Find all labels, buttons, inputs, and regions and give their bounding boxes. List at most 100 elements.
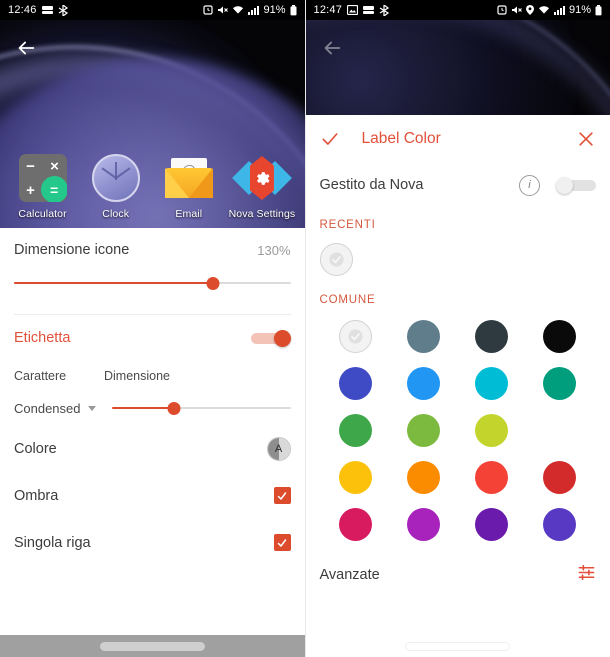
color-swatch-red[interactable]	[475, 461, 509, 494]
color-swatch-dark-slate[interactable]	[475, 320, 509, 353]
color-swatch-teal[interactable]	[543, 367, 577, 400]
calculator-icon: − × + =	[18, 154, 67, 202]
colore-label: Colore	[14, 440, 57, 457]
calc-times: ×	[50, 157, 59, 175]
app-label: Nova Settings	[228, 208, 296, 220]
left-back-button[interactable]	[8, 30, 44, 66]
left-screen: 12:46 91% − × + = Calculator Clock Email…	[0, 0, 306, 657]
nova-settings-icon	[231, 154, 292, 202]
slider-thumb[interactable]	[167, 401, 181, 415]
close-icon[interactable]	[576, 129, 596, 149]
color-swatch-light-green[interactable]	[407, 414, 441, 447]
dual-screenshot: 12:46 91% − × + = Calculator Clock Email…	[0, 0, 610, 657]
app-clock[interactable]: Clock	[83, 154, 149, 220]
wifi-icon	[538, 5, 550, 15]
ombra-label: Ombra	[14, 487, 59, 504]
app-calculator[interactable]: − × + = Calculator	[10, 154, 76, 220]
color-swatch-blue[interactable]	[407, 367, 441, 400]
color-swatch-default[interactable]	[339, 320, 373, 353]
swatch-letter: A	[274, 442, 283, 455]
recenti-header: RECENTI	[319, 219, 376, 231]
font-size-slider[interactable]	[112, 398, 291, 418]
color-swatch-yellow[interactable]	[543, 414, 576, 447]
battery-percent: 91%	[568, 4, 591, 16]
carattere-dropdown[interactable]: Condensed	[14, 401, 104, 416]
status-clock: 12:46	[8, 4, 37, 16]
left-wallpaper: − × + = Calculator Clock Email Nova Sett…	[0, 20, 305, 248]
color-swatch-amber[interactable]	[339, 461, 373, 494]
gestito-toggle[interactable]	[556, 177, 596, 194]
right-nav-bar	[305, 635, 610, 657]
left-nav-bar	[0, 635, 305, 657]
calc-plus: +	[26, 181, 35, 199]
row-ombra[interactable]: Ombra	[0, 472, 305, 519]
slider-fill	[14, 282, 214, 284]
chevron-down-icon	[87, 405, 96, 411]
wifi-icon	[232, 5, 244, 15]
color-swatch-cyan[interactable]	[475, 367, 509, 400]
etichetta-toggle[interactable]	[250, 330, 291, 347]
signal-icon	[553, 5, 565, 15]
icon-size-label: Dimensione icone	[14, 242, 130, 258]
sky-sports-icon	[41, 5, 53, 15]
status-right-group: 91%	[203, 4, 296, 16]
row-gestito-da-nova[interactable]: Gestito da Nova i	[306, 159, 610, 211]
singola-riga-checkbox[interactable]	[273, 534, 291, 551]
bluetooth-share-icon	[379, 4, 390, 16]
dialog-header: Label Color	[306, 115, 610, 159]
color-swatch-deep-purple[interactable]	[475, 508, 509, 541]
color-swatch-black[interactable]	[543, 320, 577, 353]
carattere-label: Carattere	[14, 369, 67, 383]
app-nova-settings[interactable]: Nova Settings	[229, 154, 295, 220]
app-email[interactable]: @ Email	[156, 154, 222, 220]
right-back-button[interactable]	[314, 30, 350, 66]
recent-swatch-none[interactable]	[319, 243, 353, 276]
label-color-dialog: Label Color Gestito da Nova i RECENTI CO…	[305, 115, 610, 657]
row-etichetta[interactable]: Etichetta	[0, 315, 305, 361]
mute-icon	[217, 5, 229, 15]
calc-minus: −	[26, 157, 35, 175]
dimensione-label: Dimensione	[104, 369, 171, 383]
colore-swatch-button[interactable]: A	[266, 436, 291, 461]
right-status-bar: 12:47 91%	[305, 0, 610, 20]
color-swatch-indigo[interactable]	[339, 367, 373, 400]
row-singola-riga[interactable]: Singola riga	[0, 519, 305, 566]
status-left-group: 12:46	[8, 4, 68, 16]
home-gesture-pill[interactable]	[405, 641, 511, 651]
avanzate-label: Avanzate	[319, 567, 380, 583]
row-font-headers: Carattere Dimensione	[0, 361, 305, 391]
row-avanzate[interactable]: Avanzate	[306, 553, 610, 597]
ombra-checkbox[interactable]	[273, 487, 291, 504]
color-swatch-pink[interactable]	[339, 508, 373, 541]
status-clock: 12:47	[313, 4, 343, 16]
email-icon: @	[164, 154, 213, 202]
toggle-thumb	[273, 330, 291, 347]
color-swatch-magenta[interactable]	[407, 508, 441, 541]
alarm-icon	[497, 5, 507, 15]
comune-swatch-grid	[306, 306, 610, 541]
color-swatch-lime[interactable]	[475, 414, 509, 447]
row-icon-size[interactable]: Dimensione icone 130%	[0, 228, 305, 272]
confirm-check-icon[interactable]	[320, 129, 340, 149]
color-swatch-orange[interactable]	[407, 461, 441, 494]
color-swatch-dark-red[interactable]	[543, 461, 577, 494]
left-status-bar: 12:46 91%	[0, 0, 305, 20]
bluetooth-share-icon	[58, 4, 68, 16]
battery-icon	[290, 4, 297, 16]
info-icon[interactable]: i	[519, 174, 540, 196]
color-swatch-blue-grey[interactable]	[407, 320, 441, 353]
row-colore[interactable]: Colore A	[0, 425, 305, 472]
app-label: Clock	[102, 208, 130, 220]
gestito-label: Gestito da Nova	[319, 177, 424, 193]
color-swatch-green[interactable]	[339, 414, 373, 447]
slider-thumb[interactable]	[206, 276, 220, 290]
app-label: Calculator	[18, 208, 67, 220]
home-gesture-pill[interactable]	[99, 641, 205, 651]
mute-icon	[511, 5, 522, 15]
battery-percent: 91%	[263, 4, 286, 16]
icon-size-slider[interactable]	[14, 272, 291, 294]
row-font-controls: Condensed	[0, 391, 305, 425]
calc-equals: =	[40, 176, 67, 202]
tune-sliders-icon[interactable]	[577, 563, 596, 587]
color-swatch-violet[interactable]	[543, 508, 577, 541]
